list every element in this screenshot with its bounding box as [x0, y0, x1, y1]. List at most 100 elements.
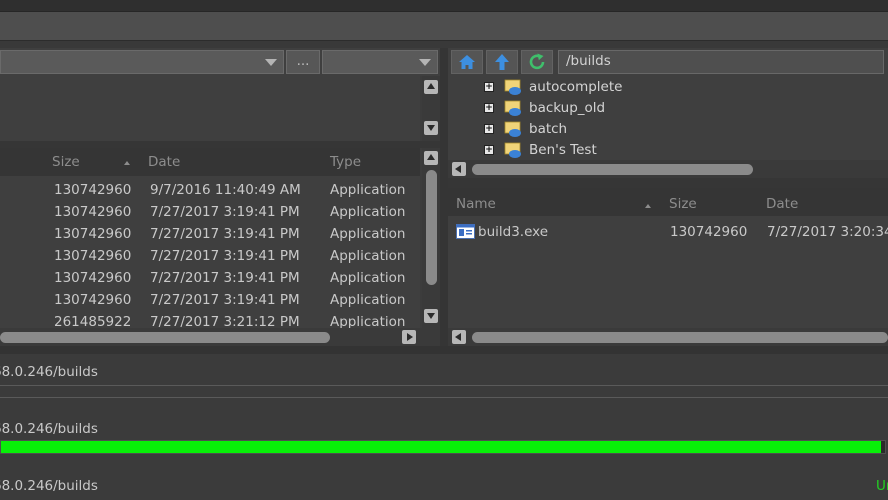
- filter-combobox[interactable]: [322, 50, 438, 74]
- scroll-left-button[interactable]: [452, 162, 466, 176]
- expand-icon[interactable]: +: [484, 124, 494, 134]
- file-date: 7/27/2017 3:19:41 PM: [150, 226, 300, 242]
- network-folder-icon: [504, 142, 521, 158]
- sort-ascending-icon: [645, 204, 651, 208]
- tree-node[interactable]: + Ben's Test: [448, 140, 888, 161]
- local-tree-scrollbar[interactable]: [422, 76, 440, 141]
- left-triangle-icon: [455, 165, 461, 173]
- scroll-thumb[interactable]: [426, 170, 437, 285]
- remote-file-list[interactable]: Name Size Date build3.exe 130742960 7/27…: [448, 188, 888, 328]
- transfer-log: 68.0.246/builds 68.0.246/builds 68.0.246…: [0, 354, 888, 500]
- down-triangle-icon: [427, 125, 435, 131]
- left-triangle-icon: [455, 333, 461, 341]
- chevron-down-icon: [265, 59, 277, 66]
- column-header-type[interactable]: Type: [330, 154, 361, 170]
- executable-file-icon: [456, 224, 475, 239]
- scroll-left-button[interactable]: [452, 330, 466, 344]
- file-date: 7/27/2017 3:19:41 PM: [150, 248, 300, 264]
- log-line: 68.0.246/builds: [0, 364, 98, 380]
- remote-path-input[interactable]: /builds: [558, 50, 884, 74]
- local-list-vscrollbar[interactable]: [422, 148, 440, 328]
- tree-node[interactable]: + backup_old: [448, 98, 888, 119]
- file-type: Application: [330, 248, 406, 264]
- sort-ascending-icon: [124, 161, 130, 165]
- table-row[interactable]: 130742960 7/27/2017 3:19:41 PM Applicati…: [0, 289, 420, 311]
- tree-node-label: Ben's Test: [529, 142, 597, 158]
- home-icon: [459, 55, 475, 69]
- scroll-thumb[interactable]: [0, 332, 330, 343]
- log-line: 68.0.246/builds: [0, 421, 98, 437]
- up-arrow-icon: [495, 54, 509, 70]
- file-date: 7/27/2017 3:20:34: [767, 224, 888, 240]
- file-size: 130742960: [54, 204, 132, 220]
- local-splitter[interactable]: [0, 141, 440, 148]
- file-type: Application: [330, 204, 406, 220]
- scroll-right-button[interactable]: [402, 330, 416, 344]
- scroll-thumb[interactable]: [472, 164, 753, 175]
- file-size: 130742960: [54, 226, 132, 242]
- remote-splitter[interactable]: [448, 178, 888, 188]
- table-row[interactable]: 130742960 7/27/2017 3:19:41 PM Applicati…: [0, 245, 420, 267]
- local-folder-tree[interactable]: [0, 76, 420, 141]
- right-triangle-icon: [407, 333, 413, 341]
- file-date: 7/27/2017 3:19:41 PM: [150, 292, 300, 308]
- chevron-down-icon: [419, 59, 431, 66]
- file-type: Application: [330, 270, 406, 286]
- scroll-up-button[interactable]: [424, 151, 438, 165]
- table-row[interactable]: 130742960 7/27/2017 3:19:41 PM Applicati…: [0, 267, 420, 289]
- file-size: 261485922: [54, 314, 132, 328]
- column-header-date[interactable]: Date: [766, 196, 798, 212]
- tree-node[interactable]: + autocomplete: [448, 77, 888, 98]
- scroll-down-button[interactable]: [424, 309, 438, 323]
- local-path-combobox[interactable]: [0, 50, 284, 74]
- file-date: 7/27/2017 3:19:41 PM: [150, 270, 300, 286]
- column-header-size[interactable]: Size: [669, 196, 697, 212]
- tree-node-label: autocomplete: [529, 79, 623, 95]
- refresh-icon: [529, 53, 545, 70]
- column-header-size[interactable]: Size: [52, 154, 80, 170]
- column-header-name[interactable]: Name: [456, 196, 496, 212]
- refresh-button[interactable]: [521, 50, 553, 74]
- file-size: 130742960: [670, 224, 748, 240]
- toolbar-separator: [0, 41, 888, 48]
- remote-folder-tree[interactable]: + autocomplete + backup_old + batch + Be…: [448, 76, 888, 160]
- file-date: 7/27/2017 3:21:12 PM: [150, 314, 300, 328]
- expand-icon[interactable]: +: [484, 145, 494, 155]
- up-triangle-icon: [427, 154, 435, 160]
- status-text: Ur: [876, 478, 888, 494]
- file-size: 130742960: [54, 270, 132, 286]
- file-name: build3.exe: [478, 224, 549, 240]
- parent-folder-button[interactable]: [486, 50, 518, 74]
- tree-node-label: backup_old: [529, 100, 606, 116]
- home-button[interactable]: [451, 50, 483, 74]
- local-file-list[interactable]: Size Date Type 130742960 9/7/2016 11:40:…: [0, 148, 420, 328]
- progress-fill: [1, 441, 881, 453]
- scroll-thumb[interactable]: [472, 332, 888, 343]
- log-splitter[interactable]: [0, 346, 888, 354]
- tree-node-label: batch: [529, 121, 568, 137]
- expand-icon[interactable]: +: [484, 82, 494, 92]
- table-row[interactable]: 130742960 7/27/2017 3:19:41 PM Applicati…: [0, 201, 420, 223]
- table-row[interactable]: 130742960 9/7/2016 11:40:49 AM Applicati…: [0, 179, 420, 201]
- pane-splitter[interactable]: [440, 48, 448, 350]
- local-list-hscrollbar[interactable]: [0, 328, 440, 346]
- file-type: Application: [330, 292, 406, 308]
- log-line: 68.0.246/builds: [0, 478, 98, 494]
- table-row[interactable]: 261485922 7/27/2017 3:21:12 PM Applicati…: [0, 311, 420, 328]
- remote-tree-hscrollbar[interactable]: [448, 160, 888, 178]
- expand-icon[interactable]: +: [484, 103, 494, 113]
- scroll-up-button[interactable]: [424, 80, 438, 94]
- divider: [0, 397, 888, 398]
- scroll-down-button[interactable]: [424, 121, 438, 135]
- remote-list-hscrollbar[interactable]: [448, 328, 888, 346]
- file-size: 130742960: [54, 248, 132, 264]
- table-row[interactable]: 130742960 7/27/2017 3:19:41 PM Applicati…: [0, 223, 420, 245]
- table-row[interactable]: build3.exe 130742960 7/27/2017 3:20:34: [448, 221, 888, 243]
- network-folder-icon: [504, 79, 521, 95]
- tree-node[interactable]: + batch: [448, 119, 888, 140]
- network-folder-icon: [504, 100, 521, 116]
- transfer-progress-bar: [0, 440, 886, 454]
- toolbar: [0, 12, 888, 41]
- column-header-date[interactable]: Date: [148, 154, 180, 170]
- browse-button[interactable]: ...: [286, 50, 320, 74]
